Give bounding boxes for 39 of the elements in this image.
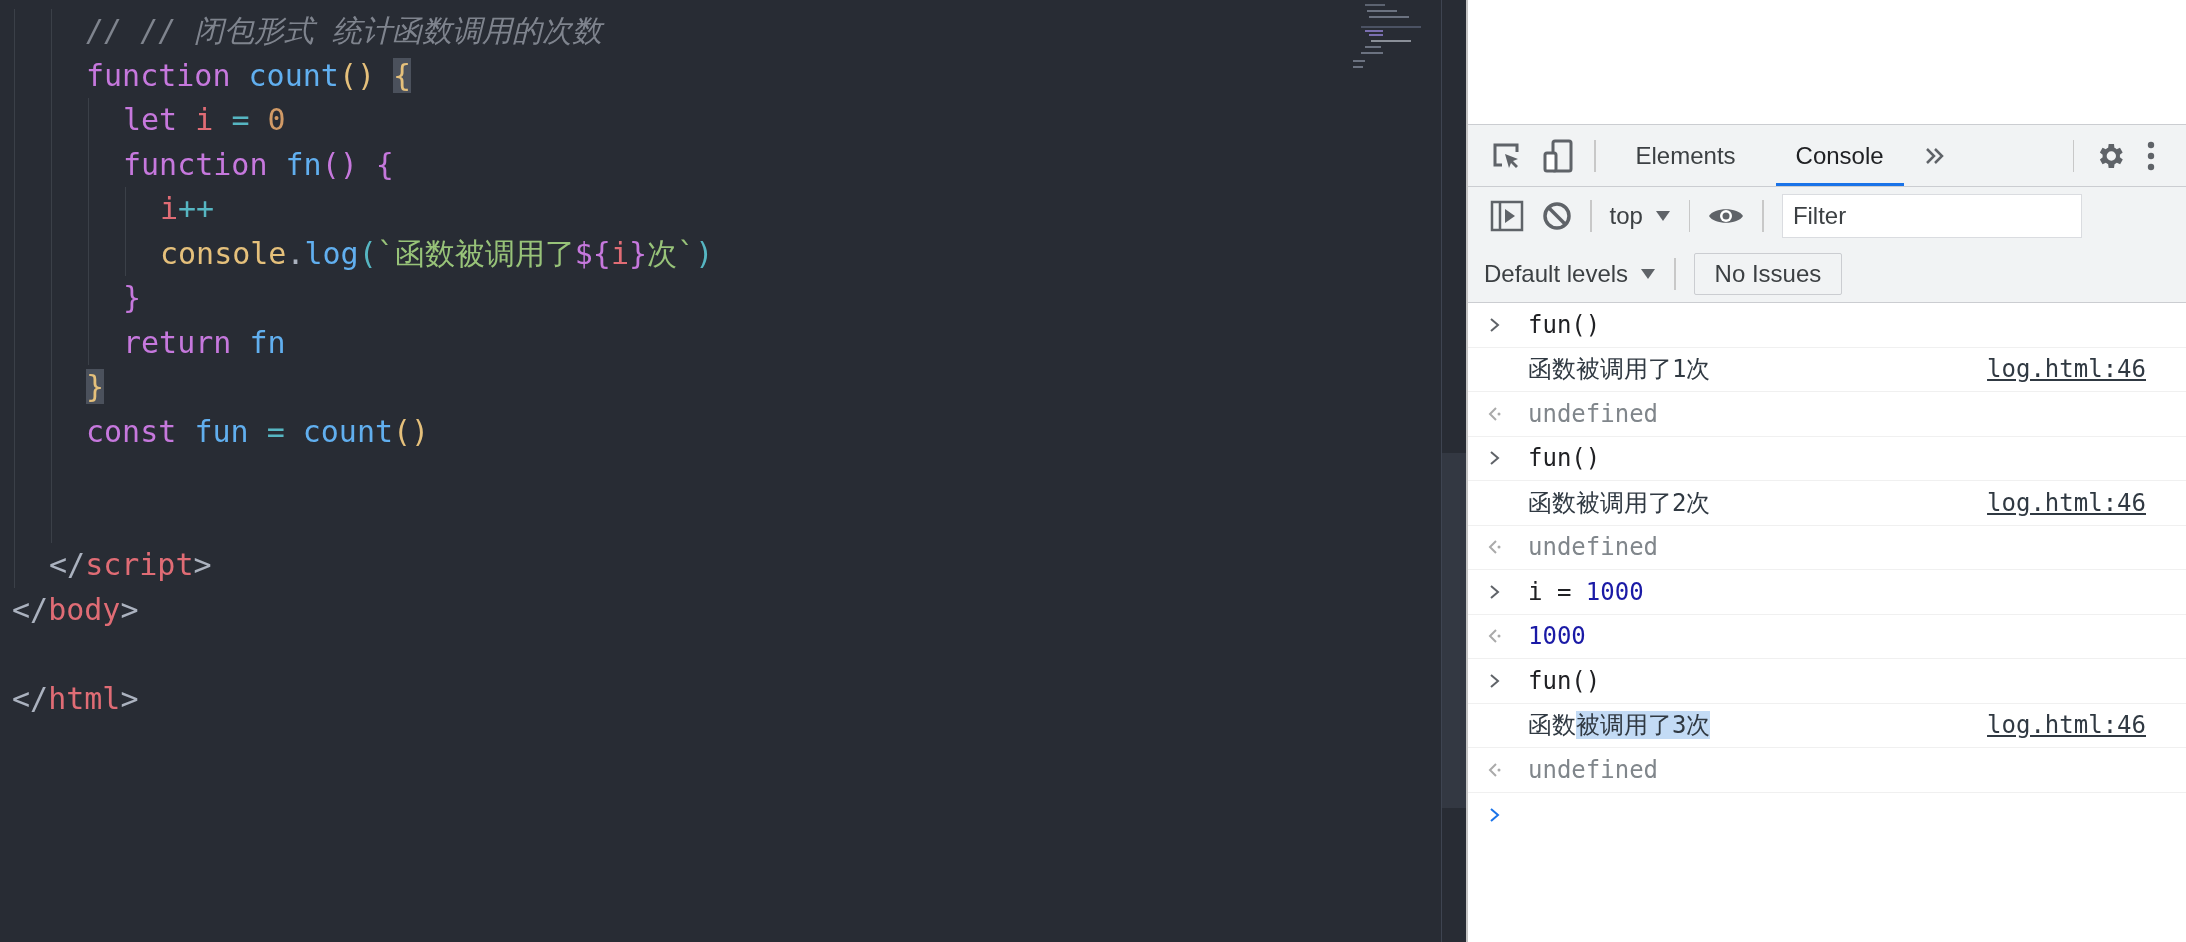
log-text: 函数被调用了2次 xyxy=(1528,487,1711,519)
code-line: </script> xyxy=(49,547,212,582)
source-link[interactable]: log.html:46 xyxy=(1987,488,2146,517)
code-line: </body> xyxy=(12,591,139,627)
command-text: fun() xyxy=(1528,444,1601,473)
code-line: console.log(`函数被调用了${i}次`) xyxy=(160,235,714,271)
more-tabs-icon[interactable] xyxy=(1923,145,1946,166)
more-options-icon[interactable] xyxy=(2146,140,2156,171)
code-line: return fn xyxy=(123,324,286,360)
code-line: function count() { xyxy=(86,57,412,93)
code-line: function fn() { xyxy=(123,146,394,182)
code-line: i++ xyxy=(160,191,215,226)
caret-icon xyxy=(1654,210,1671,222)
issues-button[interactable]: No Issues xyxy=(1693,252,1843,295)
result-text: undefined xyxy=(1528,533,1659,562)
result-text: undefined xyxy=(1528,399,1659,428)
scrollbar[interactable] xyxy=(1442,453,1466,808)
code-line: </html> xyxy=(12,680,139,716)
panel-tab[interactable]: Elements xyxy=(1615,125,1756,186)
source-link[interactable]: log.html:46 xyxy=(1987,711,2146,740)
code-line: let i = 0 xyxy=(123,102,286,137)
log-text: 函数被调用了3次 xyxy=(1528,710,1711,742)
sidebar-toggle-icon[interactable] xyxy=(1490,200,1524,232)
code-line: // // 闭包形式 统计函数调用的次数 xyxy=(86,13,603,48)
device-icon[interactable] xyxy=(1542,138,1574,173)
log-text: 函数被调用了1次 xyxy=(1528,354,1711,386)
filter-field[interactable]: Filter xyxy=(1781,194,2082,238)
command-text: fun() xyxy=(1528,310,1601,339)
source-link[interactable]: log.html:46 xyxy=(1987,355,2146,384)
code-line: const fun = count() xyxy=(86,413,430,449)
result-text: undefined xyxy=(1528,755,1659,784)
code-line: } xyxy=(123,280,142,315)
caret-icon xyxy=(1640,267,1657,280)
clear-console-icon[interactable] xyxy=(1542,201,1572,231)
command-text: fun() xyxy=(1528,666,1601,695)
context-dropdown[interactable]: top xyxy=(1609,202,1671,230)
command-text: i = 1000 xyxy=(1528,577,1644,606)
result-text: 1000 xyxy=(1528,622,1586,651)
levels-dropdown[interactable]: Default levels xyxy=(1484,259,1657,288)
